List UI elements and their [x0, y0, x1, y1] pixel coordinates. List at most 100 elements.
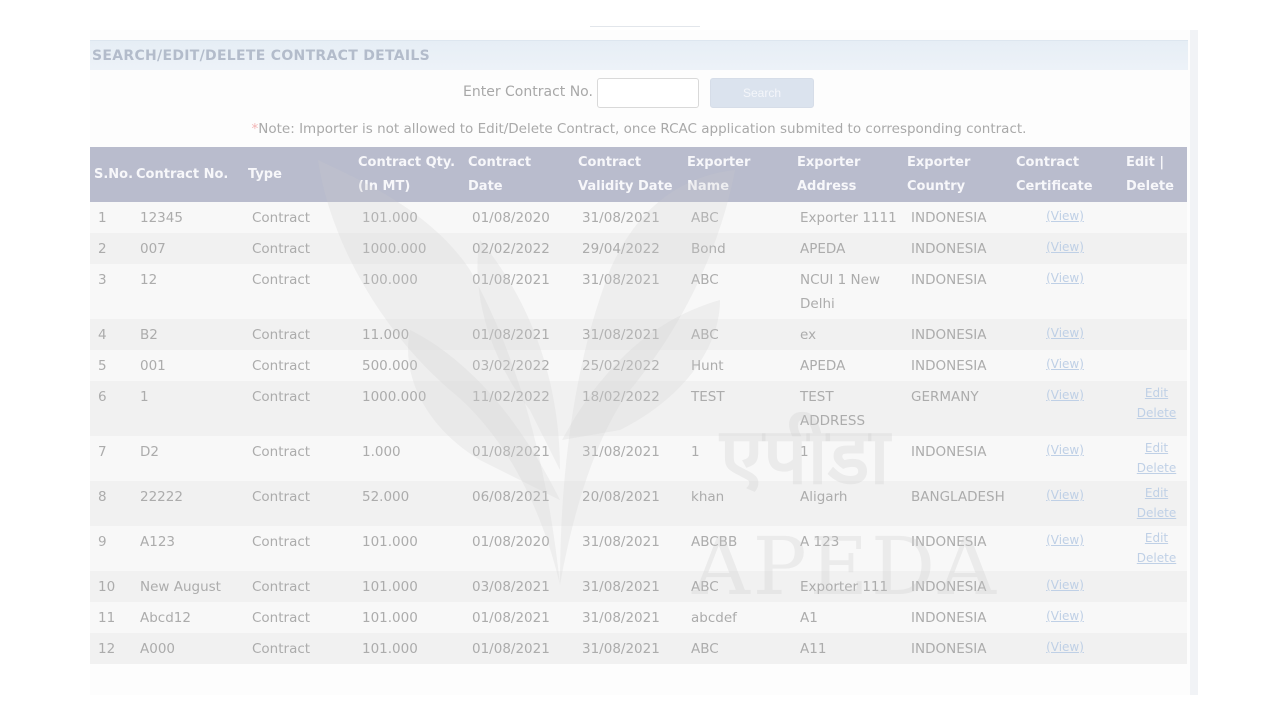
- cell-edit-delete: Edit Delete: [1122, 436, 1187, 481]
- contract-no-input[interactable]: [597, 78, 699, 108]
- view-certificate-link[interactable]: (View): [1012, 206, 1118, 226]
- cell-certificate: (View): [1012, 633, 1122, 664]
- cell-address: NCUI 1 New Delhi: [800, 272, 881, 312]
- cell-validity: 31/08/2021: [582, 327, 660, 343]
- cell-contract-no: 007: [140, 241, 166, 257]
- cell-sno: 4: [98, 327, 107, 343]
- cell-type: Contract: [252, 210, 311, 226]
- view-certificate-link[interactable]: (View): [1012, 237, 1118, 257]
- cell-edit-delete: [1122, 233, 1187, 264]
- edit-link[interactable]: Edit: [1130, 438, 1183, 458]
- cell-address: A 123: [800, 534, 840, 550]
- cell-certificate: (View): [1012, 481, 1122, 526]
- delete-link[interactable]: Delete: [1130, 503, 1183, 523]
- edit-link[interactable]: Edit: [1130, 528, 1183, 548]
- cell-certificate: (View): [1012, 602, 1122, 633]
- note-message: Note: Importer is not allowed to Edit/De…: [258, 121, 1027, 137]
- search-row: Enter Contract No. Search: [90, 76, 1188, 112]
- view-certificate-link[interactable]: (View): [1012, 323, 1118, 343]
- contracts-table: S.No. Contract No. Type Contract Qty. (I…: [90, 147, 1187, 664]
- cell-certificate: (View): [1012, 350, 1122, 381]
- cell-date: 03/08/2021: [472, 579, 550, 595]
- edit-link[interactable]: Edit: [1130, 383, 1183, 403]
- cell-edit-delete: Edit Delete: [1122, 481, 1187, 526]
- cell-validity: 31/08/2021: [582, 210, 660, 226]
- cell-exporter: khan: [691, 489, 725, 505]
- cell-exporter: ABCBB: [691, 534, 738, 550]
- view-certificate-link[interactable]: (View): [1012, 485, 1118, 505]
- view-certificate-link[interactable]: (View): [1012, 385, 1118, 405]
- cell-contract-no: D2: [140, 444, 159, 460]
- cell-contract-no: B2: [140, 327, 158, 343]
- cell-contract-no: A123: [140, 534, 176, 550]
- cell-qty: 1000.000: [362, 389, 427, 405]
- cell-country: INDONESIA: [911, 610, 987, 626]
- cell-validity: 31/08/2021: [582, 641, 660, 657]
- view-certificate-link[interactable]: (View): [1012, 575, 1118, 595]
- table-row: 9 A123 Contract 101.000 01/08/2020 31/08/2021…: [90, 526, 1187, 571]
- table-row: 2 007 Contract 1000.000 02/02/2022 29/04/2022…: [90, 233, 1187, 264]
- cell-country: INDONESIA: [911, 241, 987, 257]
- cell-edit-delete: Edit Delete: [1122, 381, 1187, 436]
- cell-country: INDONESIA: [911, 534, 987, 550]
- cell-exporter: 1: [691, 444, 700, 460]
- cell-certificate: (View): [1012, 319, 1122, 350]
- search-button[interactable]: Search: [710, 78, 814, 108]
- view-certificate-link[interactable]: (View): [1012, 606, 1118, 626]
- cell-country: INDONESIA: [911, 579, 987, 595]
- col-header: Exporter Address: [797, 154, 861, 194]
- cell-address: 1: [800, 444, 809, 460]
- edit-link[interactable]: Edit: [1130, 483, 1183, 503]
- cell-exporter: ABC: [691, 210, 719, 226]
- cell-type: Contract: [252, 579, 311, 595]
- cell-qty: 500.000: [362, 358, 418, 374]
- cell-edit-delete: [1122, 602, 1187, 633]
- view-certificate-link[interactable]: (View): [1012, 530, 1118, 550]
- cell-certificate: (View): [1012, 571, 1122, 602]
- cell-exporter: Bond: [691, 241, 726, 257]
- cell-type: Contract: [252, 358, 311, 374]
- delete-link[interactable]: Delete: [1130, 548, 1183, 568]
- cell-exporter: ABC: [691, 641, 719, 657]
- cell-edit-delete: [1122, 571, 1187, 602]
- cell-sno: 1: [98, 210, 107, 226]
- cell-exporter: Hunt: [691, 358, 724, 374]
- cell-sno: 11: [98, 610, 116, 626]
- cell-country: INDONESIA: [911, 358, 987, 374]
- cell-edit-delete: Edit Delete: [1122, 526, 1187, 571]
- cell-edit-delete: [1122, 350, 1187, 381]
- cell-edit-delete: [1122, 202, 1187, 233]
- cell-qty: 101.000: [362, 534, 418, 550]
- cell-validity: 20/08/2021: [582, 489, 660, 505]
- view-certificate-link[interactable]: (View): [1012, 637, 1118, 657]
- view-certificate-link[interactable]: (View): [1012, 440, 1118, 460]
- contracts-table-container: S.No. Contract No. Type Contract Qty. (I…: [90, 147, 1187, 695]
- cell-type: Contract: [252, 327, 311, 343]
- cell-date: 01/08/2021: [472, 610, 550, 626]
- view-certificate-link[interactable]: (View): [1012, 354, 1118, 374]
- cell-sno: 2: [98, 241, 107, 257]
- cell-sno: 10: [98, 579, 116, 595]
- cell-certificate: (View): [1012, 264, 1122, 319]
- cell-sno: 12: [98, 641, 116, 657]
- search-label: Enter Contract No.: [463, 84, 593, 100]
- view-certificate-link[interactable]: (View): [1012, 268, 1118, 288]
- cell-qty: 100.000: [362, 272, 418, 288]
- cell-date: 06/08/2021: [472, 489, 550, 505]
- cell-qty: 11.000: [362, 327, 410, 343]
- cell-contract-no: 1: [140, 389, 149, 405]
- cell-validity: 29/04/2022: [582, 241, 660, 257]
- delete-link[interactable]: Delete: [1130, 458, 1183, 478]
- cell-contract-no: 001: [140, 358, 166, 374]
- cell-address: TEST ADDRESS: [800, 389, 866, 429]
- cell-date: 01/08/2020: [472, 210, 550, 226]
- table-row: 8 22222 Contract 52.000 06/08/2021 20/08/2021…: [90, 481, 1187, 526]
- col-header: Exporter Name: [687, 154, 751, 194]
- note-text: *Note: Importer is not allowed to Edit/D…: [90, 121, 1188, 137]
- cell-qty: 1000.000: [362, 241, 427, 257]
- cell-edit-delete: [1122, 264, 1187, 319]
- col-header: Contract Date: [468, 154, 532, 194]
- cell-certificate: (View): [1012, 526, 1122, 571]
- col-header: Contract Qty. (In MT): [358, 154, 456, 194]
- delete-link[interactable]: Delete: [1130, 403, 1183, 423]
